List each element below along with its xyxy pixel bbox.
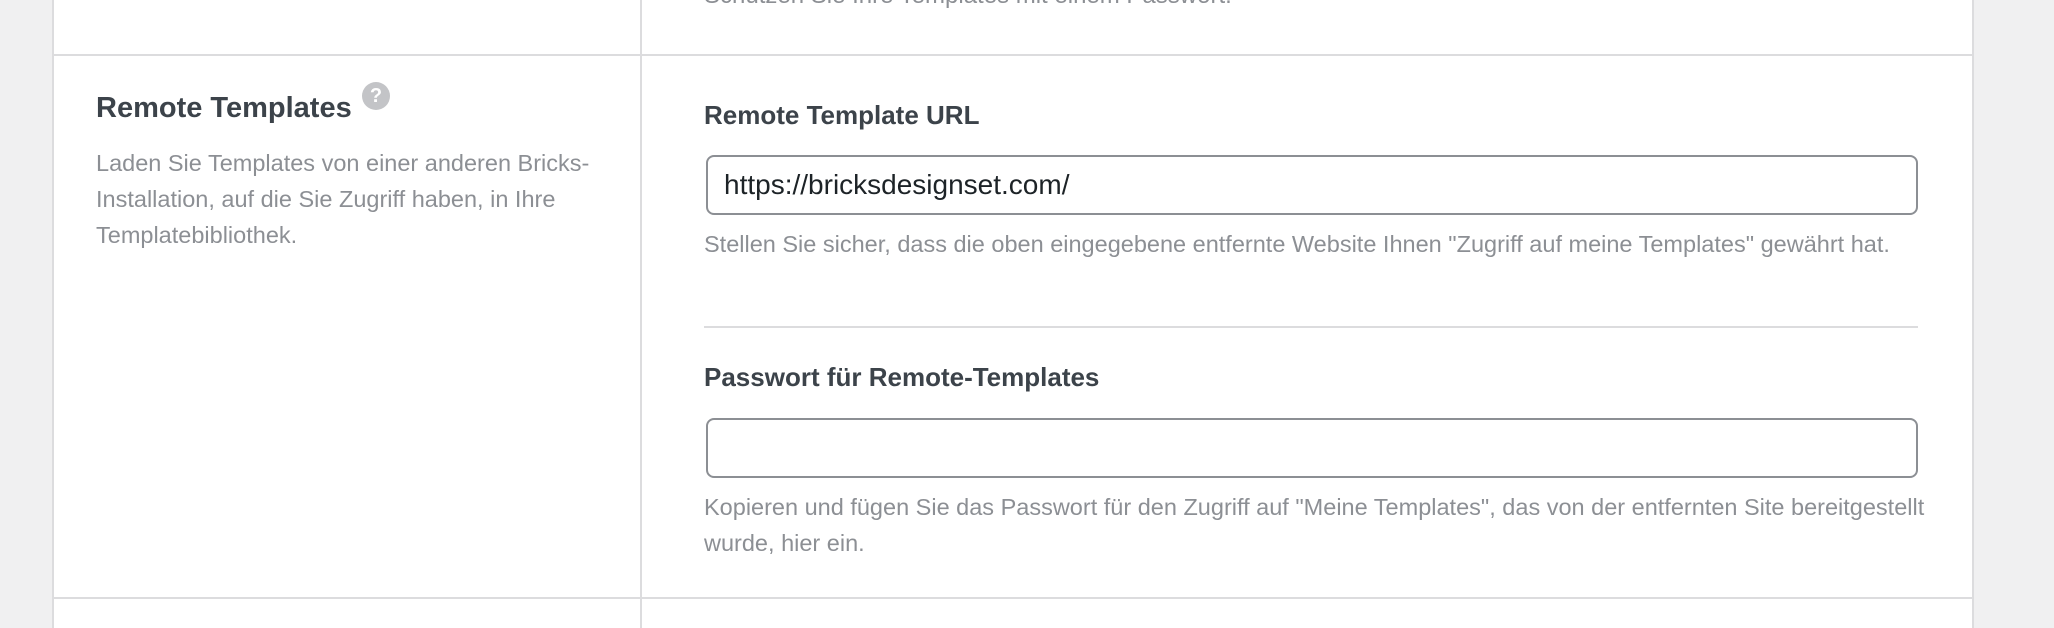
remote-template-url-label: Remote Template URL — [704, 100, 980, 130]
settings-table: Schützen Sie Ihre Templates mit einem Pa… — [52, 0, 1974, 628]
remote-template-url-help: Stellen Sie sicher, dass die oben eingeg… — [704, 231, 1890, 257]
remote-template-password-label: Passwort für Remote-Templates — [704, 362, 1100, 392]
section-description: Laden Sie Templates von einer anderen Br… — [96, 150, 590, 248]
remote-template-password-input[interactable] — [706, 418, 1918, 478]
remote-template-password-help: Kopieren und fügen Sie das Passwort für … — [704, 494, 1925, 556]
previous-row-description: Schützen Sie Ihre Templates mit einem Pa… — [704, 0, 1232, 10]
remote-template-url-input[interactable] — [706, 155, 1918, 215]
row-divider-bottom — [54, 597, 1972, 599]
help-icon[interactable]: ? — [362, 82, 390, 110]
field-divider — [704, 326, 1918, 328]
column-divider — [640, 0, 642, 628]
section-title: Remote Templates — [96, 92, 352, 124]
row-divider-top — [54, 54, 1972, 56]
